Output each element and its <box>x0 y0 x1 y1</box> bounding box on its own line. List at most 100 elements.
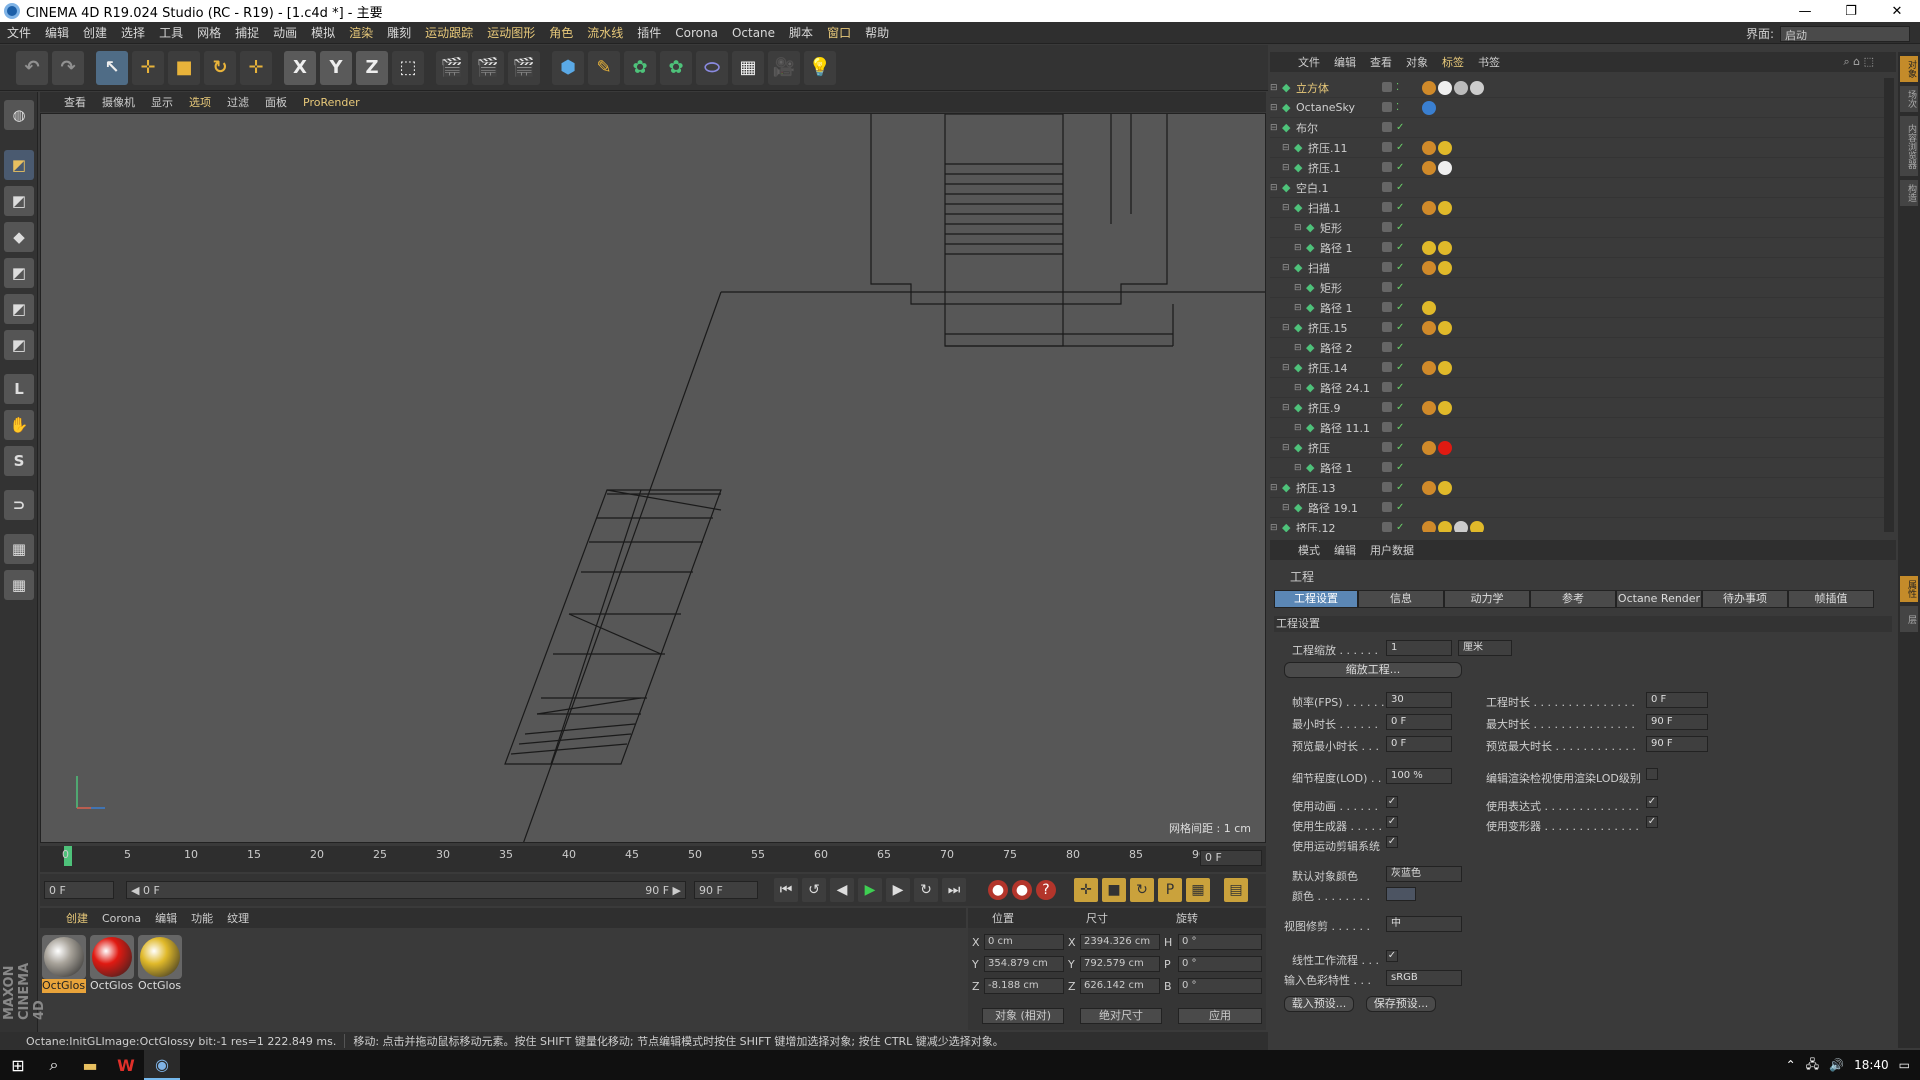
object-row[interactable]: ⊟ ◆ 矩形 ✓ <box>1270 278 1884 298</box>
visibility-dot-icon[interactable]: ⁚ <box>1396 102 1399 113</box>
undo-icon[interactable]: ↶ <box>16 50 48 85</box>
tag-icon[interactable] <box>1422 300 1436 315</box>
prev-frame-icon[interactable]: ◀ <box>830 878 854 902</box>
tray-chevron-icon[interactable]: ⌃ <box>1786 1058 1796 1072</box>
rotation-b-field[interactable]: 0 ° <box>1178 978 1262 994</box>
tab-dynamics[interactable]: 动力学 <box>1444 590 1530 608</box>
material-item[interactable]: OctGlos <box>138 935 182 995</box>
size-x-field[interactable]: 2394.326 cm <box>1080 934 1160 950</box>
pen-icon[interactable]: ✎ <box>588 50 620 85</box>
timeline-window-icon[interactable]: ▤ <box>1224 878 1248 902</box>
material-menu-corona[interactable]: Corona <box>102 912 141 925</box>
layer-flag-icon[interactable] <box>1382 202 1392 212</box>
layer-flag-icon[interactable] <box>1382 502 1392 512</box>
object-mode-dropdown[interactable]: 对象 (相对) <box>982 1008 1064 1024</box>
expand-toggle-icon[interactable]: ⊟ <box>1282 263 1290 273</box>
minimize-icon[interactable]: — <box>1782 0 1828 22</box>
object-row[interactable]: ⊟ ◆ 扫描.1 ✓ <box>1270 198 1884 218</box>
workplane-grid-icon[interactable]: ▦ <box>4 570 34 600</box>
right-tab-takes[interactable]: 场次 <box>1900 86 1918 112</box>
object-row[interactable]: ⊟ ◆ 挤压 ✓ <box>1270 438 1884 458</box>
model-mode-icon[interactable]: ◩ <box>4 150 34 180</box>
expand-toggle-icon[interactable]: ⊟ <box>1282 503 1290 513</box>
tray-network-icon[interactable]: 🖧 <box>1806 1055 1819 1076</box>
expand-toggle-icon[interactable]: ⊟ <box>1270 83 1278 93</box>
prev-key-icon[interactable]: ↺ <box>802 878 826 902</box>
file-explorer-icon[interactable]: ▬ <box>72 1050 108 1080</box>
menu-edit[interactable]: 编辑 <box>38 24 76 41</box>
record-keys-icon[interactable]: ● <box>988 880 1008 900</box>
material-menu-texture[interactable]: 纹理 <box>227 910 249 926</box>
start-frame-field[interactable]: 0 F <box>44 881 114 899</box>
color-swatch[interactable] <box>1386 887 1416 901</box>
enabled-check-icon[interactable]: ✓ <box>1396 302 1404 313</box>
move-icon[interactable]: ✛ <box>132 50 164 85</box>
enabled-check-icon[interactable]: ✓ <box>1396 222 1404 233</box>
max-time-field[interactable]: 90 F <box>1646 714 1708 730</box>
use-motion-system-checkbox[interactable]: ✓ <box>1386 836 1398 848</box>
right-tab-content-browser[interactable]: 内容浏览器 <box>1900 116 1918 176</box>
size-z-field[interactable]: 626.142 cm <box>1080 978 1160 994</box>
expand-toggle-icon[interactable]: ⊟ <box>1270 183 1278 193</box>
expand-toggle-icon[interactable]: ⊟ <box>1294 423 1302 433</box>
position-x-field[interactable]: 0 cm <box>984 934 1064 950</box>
tag-icon[interactable] <box>1438 320 1452 335</box>
use-deformer-checkbox[interactable]: ✓ <box>1646 816 1658 828</box>
preview-range-slider[interactable]: ◀ 0 F 90 F ▶ <box>126 881 686 899</box>
tab-todo[interactable]: 待办事项 <box>1702 590 1788 608</box>
am-menu-userdata[interactable]: 用户数据 <box>1370 542 1414 558</box>
cube-icon[interactable]: ⬢ <box>552 50 584 85</box>
play-icon[interactable]: ▶ <box>858 878 882 902</box>
render-view-icon[interactable]: 🎬 <box>436 50 468 85</box>
tag-icon[interactable] <box>1422 140 1436 155</box>
linear-workflow-checkbox[interactable]: ✓ <box>1386 950 1398 962</box>
menu-plugins[interactable]: 插件 <box>630 24 668 41</box>
search-icon[interactable]: ⌕ <box>36 1050 72 1080</box>
preview-min-field[interactable]: 0 F <box>1386 736 1452 752</box>
key-parameter-icon[interactable]: P <box>1158 878 1182 902</box>
camera-icon[interactable]: 🎥 <box>768 50 800 85</box>
tag-icon[interactable] <box>1454 520 1468 532</box>
tag-icon[interactable] <box>1422 520 1436 532</box>
enabled-check-icon[interactable]: ✓ <box>1396 502 1404 513</box>
menu-script[interactable]: 脚本 <box>782 24 820 41</box>
viewport-menu-camera[interactable]: 摄像机 <box>102 94 135 110</box>
rotate-icon[interactable]: ↻ <box>204 50 236 85</box>
menu-octane[interactable]: Octane <box>725 26 782 40</box>
right-tab-structure[interactable]: 构造 <box>1900 180 1918 206</box>
z-axis-lock-icon[interactable]: Z <box>356 50 388 85</box>
object-row[interactable]: ⊟ ◆ 立方体 ⁚ <box>1270 78 1884 98</box>
enabled-check-icon[interactable]: ✓ <box>1396 442 1404 453</box>
axis-mode-icon[interactable]: L <box>4 374 34 404</box>
material-item[interactable]: OctGlos <box>42 935 86 995</box>
make-editable-icon[interactable]: ◍ <box>4 100 34 130</box>
tag-icon[interactable] <box>1438 80 1452 95</box>
timeline-ruler[interactable]: 0 5 10 15 20 25 30 35 40 45 50 55 60 65 … <box>40 846 1266 872</box>
material-menu-function[interactable]: 功能 <box>191 910 213 926</box>
3d-viewport[interactable]: 网格间距 : 1 cm <box>40 113 1266 843</box>
position-z-field[interactable]: -8.188 cm <box>984 978 1064 994</box>
x-axis-lock-icon[interactable]: X <box>284 50 316 85</box>
om-menu-file[interactable]: 文件 <box>1298 54 1320 70</box>
expand-toggle-icon[interactable]: ⊟ <box>1282 323 1290 333</box>
scale-project-button[interactable]: 缩放工程... <box>1284 662 1462 678</box>
enabled-check-icon[interactable]: ✓ <box>1396 262 1404 273</box>
cinema4d-taskbar-icon[interactable]: ◉ <box>144 1050 180 1080</box>
enabled-check-icon[interactable]: ✓ <box>1396 282 1404 293</box>
layer-flag-icon[interactable] <box>1382 222 1392 232</box>
object-row[interactable]: ⊟ ◆ 路径 11.1 ✓ <box>1270 418 1884 438</box>
tag-icon[interactable] <box>1438 140 1452 155</box>
tag-icon[interactable] <box>1422 240 1436 255</box>
enabled-check-icon[interactable]: ✓ <box>1396 122 1404 133</box>
expand-toggle-icon[interactable]: ⊟ <box>1294 383 1302 393</box>
enabled-check-icon[interactable]: ✓ <box>1396 402 1404 413</box>
render-picture-viewer-icon[interactable]: 🎬 <box>472 50 504 85</box>
object-row[interactable]: ⊟ ◆ 挤压.14 ✓ <box>1270 358 1884 378</box>
right-tab-attributes[interactable]: 属性 <box>1900 576 1918 602</box>
menu-window[interactable]: 窗口 <box>820 24 858 41</box>
fps-field[interactable]: 30 <box>1386 692 1452 708</box>
snap-icon[interactable]: ⊃ <box>4 490 34 520</box>
expand-toggle-icon[interactable]: ⊟ <box>1270 123 1278 133</box>
tag-icon[interactable] <box>1470 80 1484 95</box>
lod-field[interactable]: 100 % <box>1386 768 1452 784</box>
